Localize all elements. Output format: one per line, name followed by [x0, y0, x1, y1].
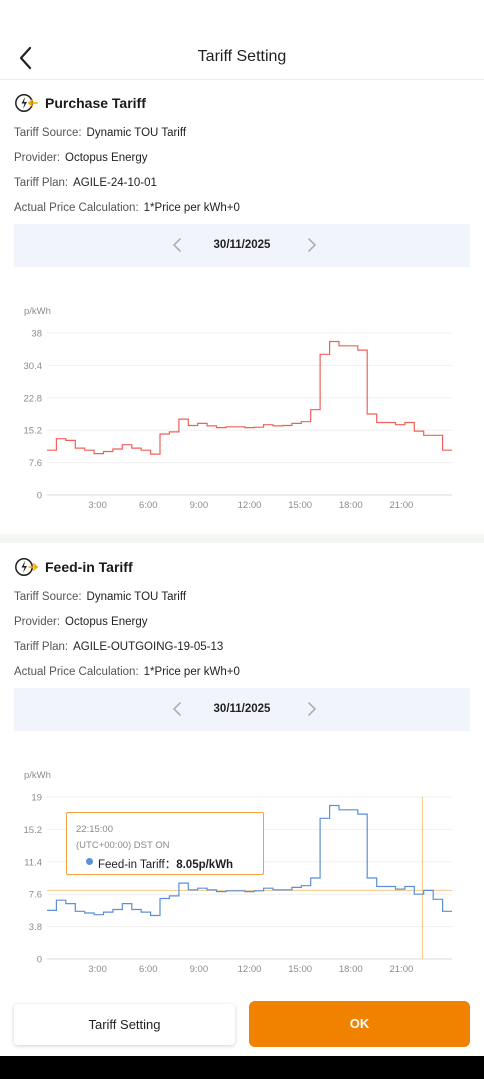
next-date-icon[interactable]: [302, 700, 320, 718]
field-label: Tariff Source:: [14, 127, 82, 139]
purchase-tariff-title: Purchase Tariff: [45, 95, 146, 111]
tooltip-time: 22:15:00: [76, 824, 113, 835]
tooltip-series-label: Feed-in Tariff：: [98, 859, 177, 871]
x-tick-label: 12:00: [238, 964, 262, 975]
x-tick-label: 6:00: [139, 500, 158, 511]
x-tick-label: 3:00: [88, 964, 107, 975]
y-tick-label: 22.8: [24, 393, 43, 404]
lightning-arrow-in-icon: [15, 94, 38, 112]
feedin-calc-row: Actual Price Calculation: 1*Price per kWh…: [14, 666, 240, 678]
field-label: Provider:: [14, 152, 61, 164]
y-tick-label: 3.8: [29, 922, 42, 933]
purchase-date-selector: 30/11/2025: [14, 224, 470, 267]
field-label: Actual Price Calculation:: [14, 202, 139, 214]
feedin-date: 30/11/2025: [213, 703, 271, 715]
x-tick-label: 12:00: [238, 500, 262, 511]
x-tick-label: 15:00: [288, 964, 312, 975]
field-value: Dynamic TOU Tariff: [86, 591, 187, 603]
tariff-setting-button[interactable]: Tariff Setting: [14, 1004, 235, 1045]
purchase-price-chart: p/kWh 38 30.4 22.8 15.2 7.6 0 3:00 6:00 9:00 12:00…: [24, 306, 452, 511]
feedin-plan-row: Tariff Plan: AGILE-OUTGOING-19-05-13: [14, 641, 223, 653]
lightning-arrow-out-icon: [15, 558, 38, 576]
field-value: 1*Price per kWh+0: [143, 666, 240, 678]
y-tick-label: 15.2: [24, 825, 43, 836]
y-tick-label: 38: [31, 329, 42, 340]
section-divider: [0, 534, 484, 543]
y-tick-label: 0: [37, 491, 42, 502]
tooltip-timezone: (UTC+00:00) DST ON: [76, 840, 170, 851]
purchase-date: 30/11/2025: [213, 239, 271, 251]
field-label: Tariff Plan:: [14, 177, 69, 189]
x-tick-label: 18:00: [339, 500, 363, 511]
tooltip-value: 8.05p/kWh: [176, 859, 234, 871]
y-tick-label: 15.2: [24, 426, 43, 437]
y-tick-label: 7.6: [29, 458, 42, 469]
feedin-date-selector: 30/11/2025: [14, 688, 470, 731]
field-value: Octopus Energy: [65, 616, 148, 628]
y-tick-label: 7.6: [29, 890, 42, 901]
field-value: Octopus Energy: [65, 152, 148, 164]
field-label: Tariff Source:: [14, 591, 82, 603]
feedin-tariff-header: Feed-in Tariff: [14, 556, 133, 578]
field-value: Dynamic TOU Tariff: [86, 127, 187, 139]
bottom-action-bar: Tariff Setting OK: [0, 992, 484, 1056]
top-bar: Tariff Setting: [0, 0, 484, 80]
x-tick-label: 21:00: [389, 964, 413, 975]
chart-tooltip: 22:15:00 (UTC+00:00) DST ON Feed-in Tari…: [66, 812, 264, 875]
field-value: AGILE-OUTGOING-19-05-13: [73, 641, 224, 653]
purchase-tariff-header: Purchase Tariff: [14, 92, 146, 114]
x-tick-label: 9:00: [190, 500, 209, 511]
system-navigation-bar: [0, 1056, 484, 1079]
purchase-calc-row: Actual Price Calculation: 1*Price per kWh…: [14, 202, 240, 214]
field-label: Provider:: [14, 616, 61, 628]
y-tick-label: 11.4: [24, 857, 42, 868]
feedin-tariff-title: Feed-in Tariff: [45, 559, 133, 575]
tooltip-value-line: Feed-in Tariff：8.05p/kWh: [85, 856, 233, 872]
x-tick-label: 9:00: [190, 964, 209, 975]
y-unit-label: p/kWh: [24, 770, 51, 781]
x-tick-label: 15:00: [288, 500, 312, 511]
field-label: Tariff Plan:: [14, 641, 69, 653]
page-title: Tariff Setting: [197, 48, 287, 65]
next-date-icon[interactable]: [302, 236, 320, 254]
y-unit-label: p/kWh: [24, 306, 51, 317]
feedin-source-row: Tariff Source: Dynamic TOU Tariff: [14, 591, 186, 603]
y-tick-label: 0: [37, 955, 42, 966]
x-tick-label: 21:00: [389, 500, 413, 511]
purchase-plan-row: Tariff Plan: AGILE-24-10-01: [14, 177, 157, 189]
purchase-chart: p/kWh 38 30.4 22.8 15.2 7.6 0 3:00 6:00 9:00 12:00…: [0, 300, 484, 520]
y-tick-label: 19: [31, 793, 42, 804]
feedin-provider-row: Provider: Octopus Energy: [14, 616, 148, 628]
y-tick-label: 30.4: [24, 361, 43, 372]
x-tick-label: 3:00: [88, 500, 107, 511]
x-tick-label: 6:00: [139, 964, 158, 975]
x-tick-label: 18:00: [339, 964, 363, 975]
field-value: AGILE-24-10-01: [73, 177, 157, 189]
field-value: 1*Price per kWh+0: [143, 202, 240, 214]
field-label: Actual Price Calculation:: [14, 666, 139, 678]
ok-button[interactable]: OK: [249, 1001, 470, 1047]
purchase-provider-row: Provider: Octopus Energy: [14, 152, 148, 164]
purchase-source-row: Tariff Source: Dynamic TOU Tariff: [14, 127, 186, 139]
